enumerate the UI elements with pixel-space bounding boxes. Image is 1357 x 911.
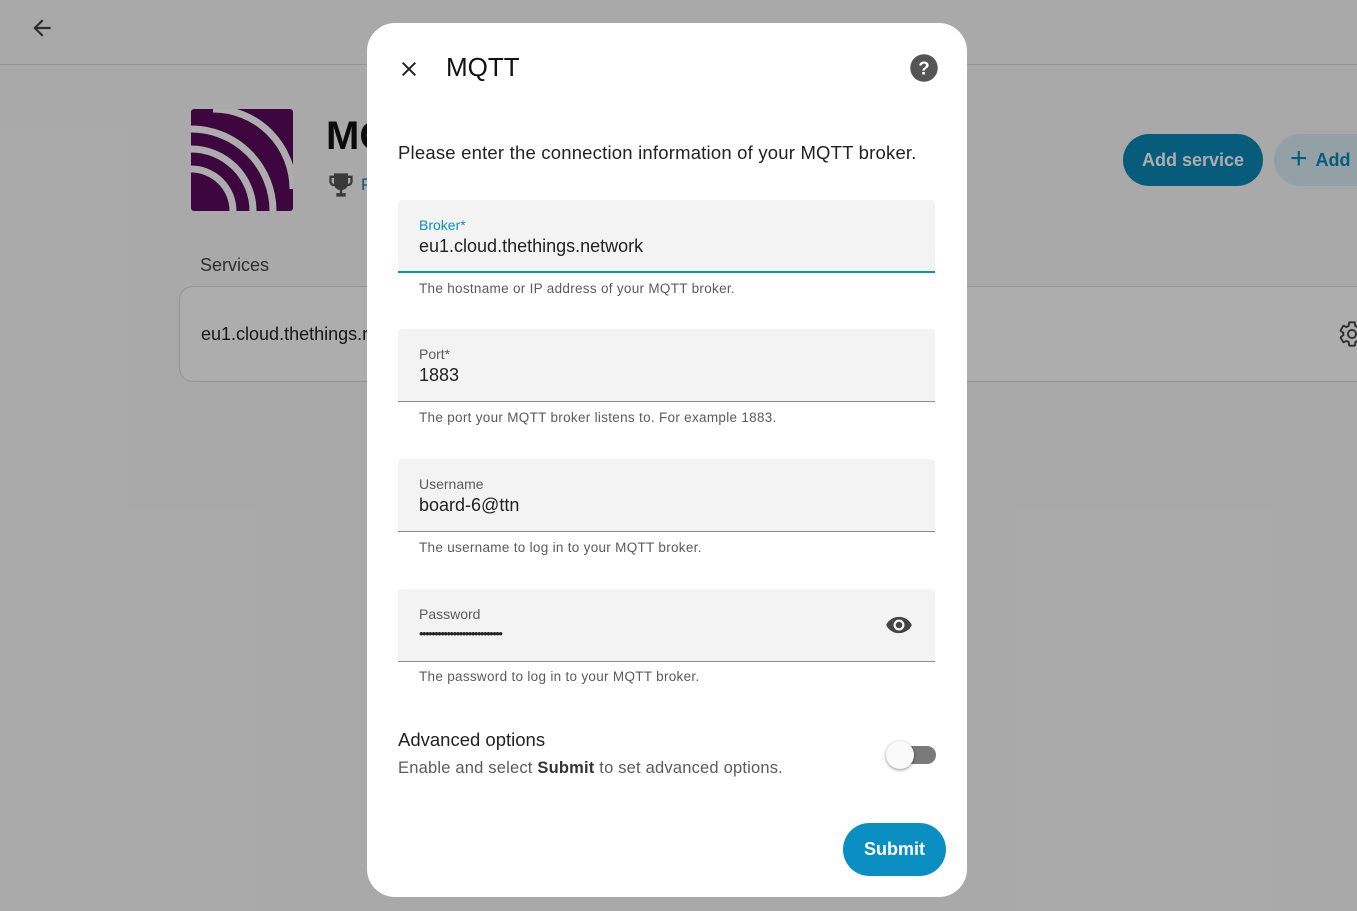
port-field[interactable]: Port* 1883: [398, 329, 935, 402]
username-label: Username: [419, 476, 484, 492]
advanced-options-title: Advanced options: [398, 729, 546, 750]
dialog-description: Please enter the connection information …: [398, 142, 917, 163]
password-input[interactable]: •••••••••••••••••••••••••••: [419, 626, 503, 641]
svg-text:?: ?: [918, 57, 929, 78]
eye-icon[interactable]: [885, 614, 913, 636]
username-field[interactable]: Username board-6@ttn: [398, 459, 935, 532]
dialog-title: MQTT: [446, 52, 520, 82]
port-helper: The port your MQTT broker listens to. Fo…: [419, 410, 777, 425]
broker-helper: The hostname or IP address of your MQTT …: [419, 281, 735, 296]
advanced-options-description: Enable and select Submit to set advanced…: [398, 759, 783, 778]
advanced-desc-prefix: Enable and select: [398, 759, 538, 777]
close-button[interactable]: [391, 51, 427, 87]
toggle-knob: [886, 741, 914, 769]
help-icon[interactable]: ?: [909, 53, 939, 83]
advanced-desc-suffix: to set advanced options.: [594, 759, 783, 777]
username-input[interactable]: board-6@ttn: [419, 495, 519, 516]
username-helper: The username to log in to your MQTT brok…: [419, 540, 702, 555]
broker-label: Broker*: [419, 217, 466, 233]
password-helper: The password to log in to your MQTT brok…: [419, 669, 700, 684]
advanced-desc-bold: Submit: [537, 759, 595, 777]
close-icon: [402, 62, 416, 76]
password-label: Password: [419, 606, 481, 622]
password-field[interactable]: Password •••••••••••••••••••••••••••: [398, 589, 935, 662]
broker-input[interactable]: eu1.cloud.thethings.network: [419, 236, 643, 257]
port-label: Port*: [419, 346, 451, 362]
port-input[interactable]: 1883: [419, 365, 459, 386]
broker-field[interactable]: Broker* eu1.cloud.thethings.network: [398, 200, 935, 273]
submit-button[interactable]: Submit: [843, 823, 946, 876]
advanced-options-toggle[interactable]: [886, 741, 936, 769]
